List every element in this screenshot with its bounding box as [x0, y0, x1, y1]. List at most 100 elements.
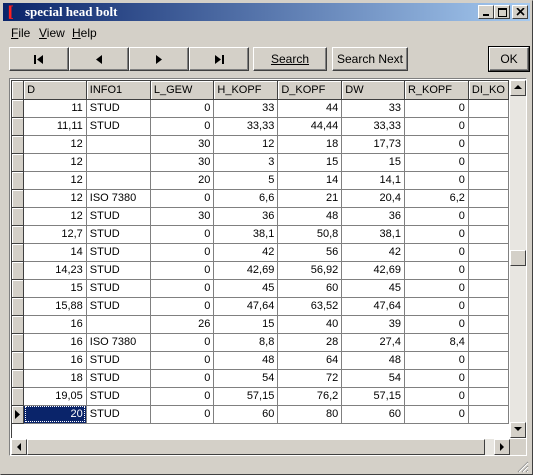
cell-l-gew[interactable]: 0	[150, 225, 215, 244]
cell-r-kopf[interactable]: 0	[404, 297, 469, 316]
table-row[interactable]: 12 30 3 15 15 0	[12, 153, 509, 172]
cell-l-gew[interactable]: 0	[150, 99, 215, 118]
cell-d[interactable]: 11,11	[23, 117, 87, 136]
cell-info1[interactable]: STUD	[86, 279, 151, 298]
cell-dw[interactable]: 48	[341, 351, 405, 370]
column-header-d-kopf[interactable]: D_KOPF	[277, 81, 343, 100]
row-indicator[interactable]	[12, 405, 25, 424]
cell-d[interactable]: 12	[23, 207, 87, 226]
column-header-d[interactable]: D	[23, 81, 87, 100]
cell-l-gew[interactable]: 0	[150, 405, 215, 424]
cell-r-kopf[interactable]: 0	[404, 279, 469, 298]
table-row[interactable]: 19,05 STUD 0 57,15 76,2 57,15 0	[12, 387, 509, 406]
table-row[interactable]: 11,11 STUD 0 33,33 44,44 33,33 0	[12, 117, 509, 136]
cell-h-kopf[interactable]: 15	[213, 315, 279, 334]
table-row[interactable]: 16 ISO 7380 0 8,8 28 27,4 8,4	[12, 333, 509, 352]
cell-info1[interactable]: ISO 7380	[86, 189, 151, 208]
cell-di-ko[interactable]	[468, 387, 509, 406]
column-header-info1[interactable]: INFO1	[86, 81, 151, 100]
table-row[interactable]: 12 ISO 7380 0 6,6 21 20,4 6,2	[12, 189, 509, 208]
row-indicator[interactable]	[12, 207, 25, 226]
row-indicator[interactable]	[12, 225, 25, 244]
cell-di-ko[interactable]	[468, 243, 509, 262]
cell-info1[interactable]: STUD	[86, 297, 151, 316]
cell-h-kopf[interactable]: 47,64	[213, 297, 279, 316]
cell-d[interactable]: 15,88	[23, 297, 87, 316]
cell-di-ko[interactable]	[468, 99, 509, 118]
cell-l-gew[interactable]: 0	[150, 351, 215, 370]
cell-di-ko[interactable]	[468, 405, 509, 424]
cell-dw[interactable]: 39	[341, 315, 405, 334]
cell-r-kopf[interactable]: 0	[404, 261, 469, 280]
cell-l-gew[interactable]: 30	[150, 135, 215, 154]
table-row[interactable]: 14 STUD 0 42 56 42 0	[12, 243, 509, 262]
column-header-h-kopf[interactable]: H_KOPF	[213, 81, 279, 100]
cell-r-kopf[interactable]: 0	[404, 117, 469, 136]
cell-d[interactable]: 19,05	[23, 387, 87, 406]
cell-d[interactable]: 18	[23, 369, 87, 388]
maximize-button[interactable]	[494, 5, 510, 19]
cell-r-kopf[interactable]: 0	[404, 99, 469, 118]
cell-d-kopf[interactable]: 44,44	[277, 117, 343, 136]
column-header-di-ko[interactable]: DI_KO	[468, 81, 509, 100]
cell-l-gew[interactable]: 0	[150, 297, 215, 316]
table-row[interactable]: 12 STUD 30 36 48 36 0	[12, 207, 509, 226]
cell-r-kopf[interactable]: 0	[404, 351, 469, 370]
cell-r-kopf[interactable]: 0	[404, 387, 469, 406]
cell-l-gew[interactable]: 0	[150, 333, 215, 352]
row-indicator[interactable]	[12, 99, 25, 118]
column-header-l-gew[interactable]: L_GEW	[150, 81, 215, 100]
cell-d-kopf[interactable]: 56	[277, 243, 343, 262]
column-header-r-kopf[interactable]: R_KOPF	[404, 81, 469, 100]
cell-dw[interactable]: 36	[341, 207, 405, 226]
cell-l-gew[interactable]: 0	[150, 261, 215, 280]
cell-dw[interactable]: 42,69	[341, 261, 405, 280]
table-row[interactable]: 18 STUD 0 54 72 54 0	[12, 369, 509, 388]
menu-file[interactable]: File	[11, 26, 30, 40]
cell-dw[interactable]: 17,73	[341, 135, 405, 154]
previous-record-button[interactable]	[69, 47, 129, 71]
cell-d-kopf[interactable]: 76,2	[277, 387, 343, 406]
row-indicator[interactable]	[12, 243, 25, 262]
cell-di-ko[interactable]	[468, 153, 509, 172]
cell-l-gew[interactable]: 20	[150, 171, 215, 190]
vertical-scroll-thumb[interactable]	[510, 250, 526, 266]
table-row[interactable]: 15 STUD 0 45 60 45 0	[12, 279, 509, 298]
row-indicator[interactable]	[12, 171, 25, 190]
app-icon[interactable]: [	[7, 4, 19, 20]
menu-help[interactable]: Help	[72, 26, 97, 40]
cell-d-kopf[interactable]: 28	[277, 333, 343, 352]
cell-l-gew[interactable]: 0	[150, 117, 215, 136]
cell-h-kopf[interactable]: 3	[213, 153, 279, 172]
cell-d[interactable]: 12	[23, 189, 87, 208]
cell-dw[interactable]: 47,64	[341, 297, 405, 316]
cell-dw[interactable]: 45	[341, 279, 405, 298]
cell-dw[interactable]: 42	[341, 243, 405, 262]
horizontal-scrollbar[interactable]	[11, 439, 510, 455]
cell-info1[interactable]	[86, 315, 151, 334]
cell-l-gew[interactable]: 0	[150, 387, 215, 406]
cell-h-kopf[interactable]: 48	[213, 351, 279, 370]
cell-info1[interactable]: STUD	[86, 243, 151, 262]
cell-r-kopf[interactable]: 0	[404, 243, 469, 262]
cell-info1[interactable]: STUD	[86, 387, 151, 406]
cell-info1[interactable]: STUD	[86, 99, 151, 118]
cell-d-kopf[interactable]: 15	[277, 153, 343, 172]
cell-d-kopf[interactable]: 72	[277, 369, 343, 388]
cell-d-kopf[interactable]: 60	[277, 279, 343, 298]
cell-d[interactable]: 11	[23, 99, 87, 118]
cell-dw[interactable]: 38,1	[341, 225, 405, 244]
cell-dw[interactable]: 57,15	[341, 387, 405, 406]
next-record-button[interactable]	[129, 47, 189, 71]
cell-d[interactable]: 12	[23, 171, 87, 190]
row-indicator[interactable]	[12, 297, 25, 316]
resize-grip-icon[interactable]	[517, 461, 529, 473]
cell-d-kopf[interactable]: 44	[277, 99, 343, 118]
cell-l-gew[interactable]: 30	[150, 153, 215, 172]
cell-di-ko[interactable]	[468, 189, 509, 208]
cell-d-kopf[interactable]: 56,92	[277, 261, 343, 280]
ok-button[interactable]: OK	[488, 46, 530, 72]
cell-d-kopf[interactable]: 48	[277, 207, 343, 226]
cell-d[interactable]: 14	[23, 243, 87, 262]
cell-d-kopf[interactable]: 14	[277, 171, 343, 190]
